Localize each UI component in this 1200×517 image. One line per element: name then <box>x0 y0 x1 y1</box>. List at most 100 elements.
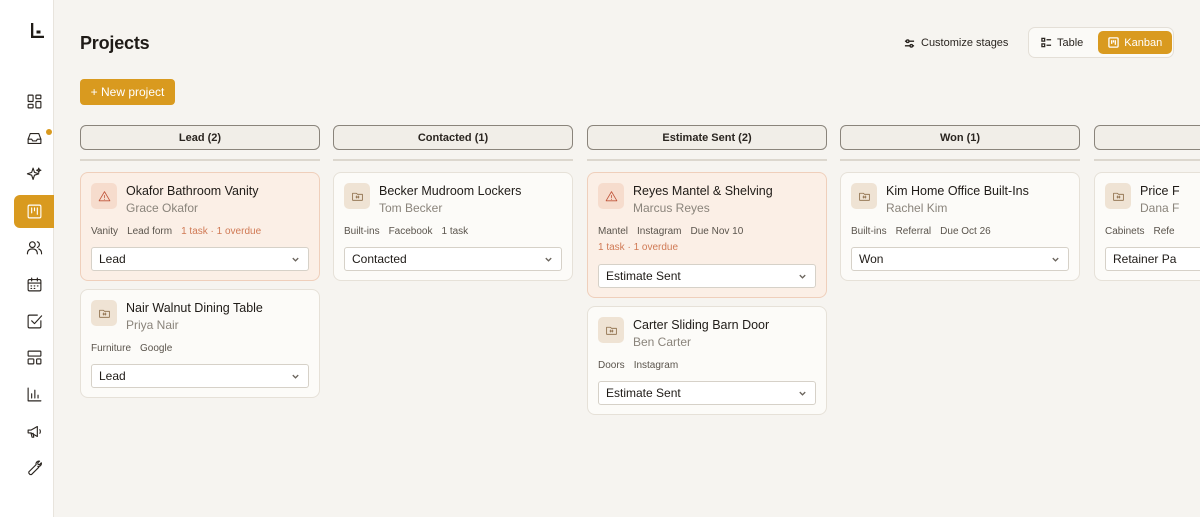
card-meta: Vanity Lead form 1 task · 1 overdue <box>91 226 261 237</box>
card-source: Instagram <box>633 360 679 371</box>
card-client: Tom Becker <box>379 201 443 215</box>
kanban-icon <box>1108 37 1120 48</box>
folder-icon <box>605 326 617 335</box>
card-icon <box>598 183 624 209</box>
project-card[interactable]: Okafor Bathroom Vanity Grace Okafor Vani… <box>80 172 320 281</box>
card-meta: Cabinets Refe <box>1105 226 1175 237</box>
card-due-date: Due Nov 10 <box>690 226 744 237</box>
view-kanban-button[interactable]: Kanban <box>1098 31 1173 54</box>
view-kanban-label: Kanban <box>1124 36 1163 49</box>
stage-select[interactable]: Lead <box>91 247 309 271</box>
card-tasks-overdue: 1 task · 1 overdue <box>598 242 679 253</box>
card-tasks: 1 task <box>441 226 469 237</box>
card-meta: Mantel Instagram Due Nov 10 <box>598 226 743 237</box>
stage-select[interactable]: Estimate Sent <box>598 381 816 405</box>
stage-select-value: Contacted <box>352 252 407 266</box>
stage-select-value: Retainer Pa <box>1113 252 1177 266</box>
card-due-date: Due Oct 26 <box>940 226 991 237</box>
nav-marketing[interactable] <box>14 415 54 448</box>
column-partial: Price F Dana F Cabinets Refe Retainer Pa <box>1094 125 1200 281</box>
new-project-button[interactable]: + New project <box>80 79 175 105</box>
view-toggle: Table Kanban <box>1028 27 1174 58</box>
card-title: Kim Home Office Built-Ins <box>886 184 1029 198</box>
nav-reports[interactable] <box>14 378 54 411</box>
column-header[interactable]: Lead (2) <box>80 125 320 150</box>
card-tag: Doors <box>598 360 625 371</box>
column-header[interactable]: Contacted (1) <box>333 125 573 150</box>
card-meta: Built-ins Facebook 1 task <box>344 226 468 237</box>
card-tag: Cabinets <box>1105 226 1145 237</box>
card-meta: Furniture Google <box>91 343 172 354</box>
card-meta: Built-ins Referral Due Oct 26 <box>851 226 991 237</box>
column-header[interactable] <box>1094 125 1200 150</box>
view-table-label: Table <box>1057 36 1084 49</box>
project-card[interactable]: Becker Mudroom Lockers Tom Becker Built-… <box>333 172 573 281</box>
view-table-button[interactable]: Table <box>1032 31 1092 54</box>
stage-select[interactable]: Won <box>851 247 1069 271</box>
column-won: Won (1) Kim Home Office Built-Ins Rachel… <box>840 125 1080 281</box>
chevron-down-icon <box>799 391 806 396</box>
project-card[interactable]: Kim Home Office Built-Ins Rachel Kim Bui… <box>840 172 1080 281</box>
card-source: Instagram <box>637 226 682 237</box>
column-header[interactable]: Won (1) <box>840 125 1080 150</box>
card-icon <box>91 300 117 326</box>
card-client: Ben Carter <box>633 335 692 349</box>
column-estimate-sent: Estimate Sent (2) Reyes Mantel & Shelvin… <box>587 125 827 415</box>
card-client: Priya Nair <box>126 318 179 332</box>
card-tasks-row: 1 task · 1 overdue <box>598 242 678 253</box>
card-client: Grace Okafor <box>126 201 199 215</box>
chevron-down-icon <box>292 257 299 262</box>
column-contacted: Contacted (1) Becker Mudroom Lockers Tom… <box>333 125 573 281</box>
inbox-icon <box>27 132 41 145</box>
project-card[interactable]: Carter Sliding Barn Door Ben Carter Door… <box>587 306 827 415</box>
project-card[interactable]: Price F Dana F Cabinets Refe Retainer Pa <box>1094 172 1200 281</box>
column-divider <box>1094 159 1200 161</box>
main-content: Projects Customize stages Table Kanban +… <box>54 0 1200 517</box>
checkbox-icon <box>27 314 42 329</box>
card-tag: Built-ins <box>344 226 380 237</box>
card-title: Price F <box>1140 184 1180 198</box>
app-logo[interactable] <box>31 22 45 38</box>
stage-select[interactable]: Lead <box>91 364 309 388</box>
card-source: Refe <box>1153 226 1175 237</box>
column-divider <box>333 159 573 161</box>
nav-tasks[interactable] <box>14 305 54 338</box>
chevron-down-icon <box>292 374 299 379</box>
stage-select[interactable]: Contacted <box>344 247 562 271</box>
card-icon <box>91 183 117 209</box>
customize-stages-button[interactable]: Customize stages <box>904 34 1008 52</box>
project-card[interactable]: Reyes Mantel & Shelving Marcus Reyes Man… <box>587 172 827 298</box>
card-title: Nair Walnut Dining Table <box>126 301 263 315</box>
dashboard-icon <box>27 94 41 109</box>
stage-select[interactable]: Estimate Sent <box>598 264 816 288</box>
warning-icon <box>98 190 110 201</box>
users-icon <box>26 241 42 255</box>
nav-contacts[interactable] <box>14 231 54 264</box>
nav-inbox[interactable] <box>14 122 54 155</box>
folder-icon <box>351 192 363 201</box>
card-tag: Mantel <box>598 226 629 237</box>
card-icon <box>851 183 877 209</box>
nav-projects[interactable] <box>14 195 54 228</box>
card-icon <box>344 183 370 209</box>
calendar-icon <box>27 277 41 292</box>
column-divider <box>840 159 1080 161</box>
nav-calendar[interactable] <box>14 268 54 301</box>
column-divider <box>587 159 827 161</box>
card-source: Facebook <box>388 226 433 237</box>
nav-tools[interactable] <box>14 451 54 484</box>
stage-select-value: Estimate Sent <box>606 269 681 283</box>
project-card[interactable]: Nair Walnut Dining Table Priya Nair Furn… <box>80 289 320 398</box>
column-header[interactable]: Estimate Sent (2) <box>587 125 827 150</box>
card-tag: Vanity <box>91 226 119 237</box>
nav-templates[interactable] <box>14 341 54 374</box>
card-tasks-overdue: 1 task · 1 overdue <box>181 226 262 237</box>
card-source: Google <box>140 343 173 354</box>
nav-ai[interactable] <box>14 158 54 191</box>
notification-dot <box>46 129 52 135</box>
nav-dashboard[interactable] <box>14 85 54 118</box>
stage-select[interactable]: Retainer Pa <box>1105 247 1200 271</box>
card-client: Marcus Reyes <box>633 201 710 215</box>
column-divider <box>80 159 320 161</box>
sidebar <box>0 0 54 517</box>
